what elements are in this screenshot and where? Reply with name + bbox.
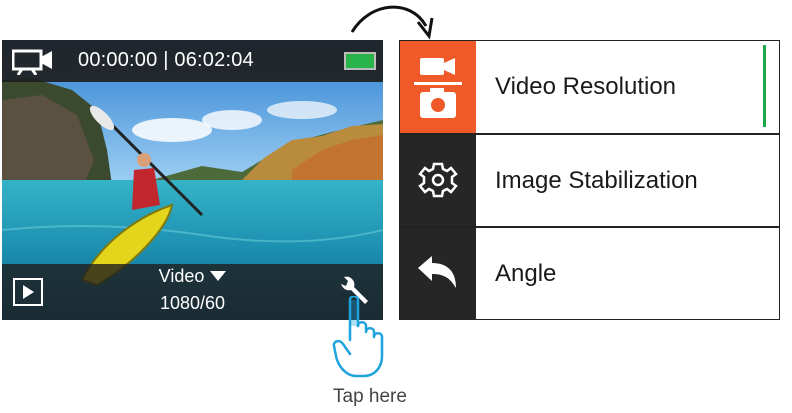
dropdown-arrow-icon	[210, 271, 227, 282]
menu-item-label: Video Resolution	[495, 73, 677, 100]
time-elapsed: 00:00:00	[78, 49, 158, 71]
mode-selector[interactable]: Video	[2, 266, 383, 287]
battery-icon	[344, 52, 376, 70]
time-readout: 00:00:00 | 06:02:04	[78, 49, 254, 72]
menu-item-image-stabilization[interactable]: Image Stabilization	[400, 133, 779, 227]
time-separator: |	[163, 49, 169, 71]
tap-hand-icon	[332, 296, 384, 378]
menu-icon-box	[400, 41, 476, 133]
settings-menu: Video Resolution Image Stabilization Ang…	[399, 40, 780, 320]
back-arrow-icon	[418, 256, 456, 288]
camera-top-bar: 00:00:00 | 06:02:04	[2, 40, 383, 82]
video-camera-icon	[12, 49, 52, 75]
gear-icon	[418, 162, 458, 198]
tap-here-label: Tap here	[333, 386, 407, 407]
scroll-indicator[interactable]	[763, 45, 766, 127]
camera-screen: 00:00:00 | 06:02:04 Video 1080/60	[2, 40, 383, 320]
menu-item-label: Image Stabilization	[495, 167, 698, 194]
resolution-label: 1080/60	[159, 293, 226, 313]
camera-bottom-bar: Video 1080/60	[2, 264, 383, 320]
menu-item-angle[interactable]: Angle	[400, 226, 779, 320]
menu-icon-box	[400, 228, 476, 320]
mode-label: Video	[158, 266, 205, 286]
menu-icon-box	[400, 135, 476, 227]
video-photo-mode-icon	[414, 58, 462, 118]
curved-arrow-icon	[350, 5, 434, 40]
menu-item-label: Angle	[495, 260, 557, 287]
menu-item-video-resolution[interactable]: Video Resolution	[400, 41, 779, 133]
time-remaining: 06:02:04	[174, 49, 254, 71]
